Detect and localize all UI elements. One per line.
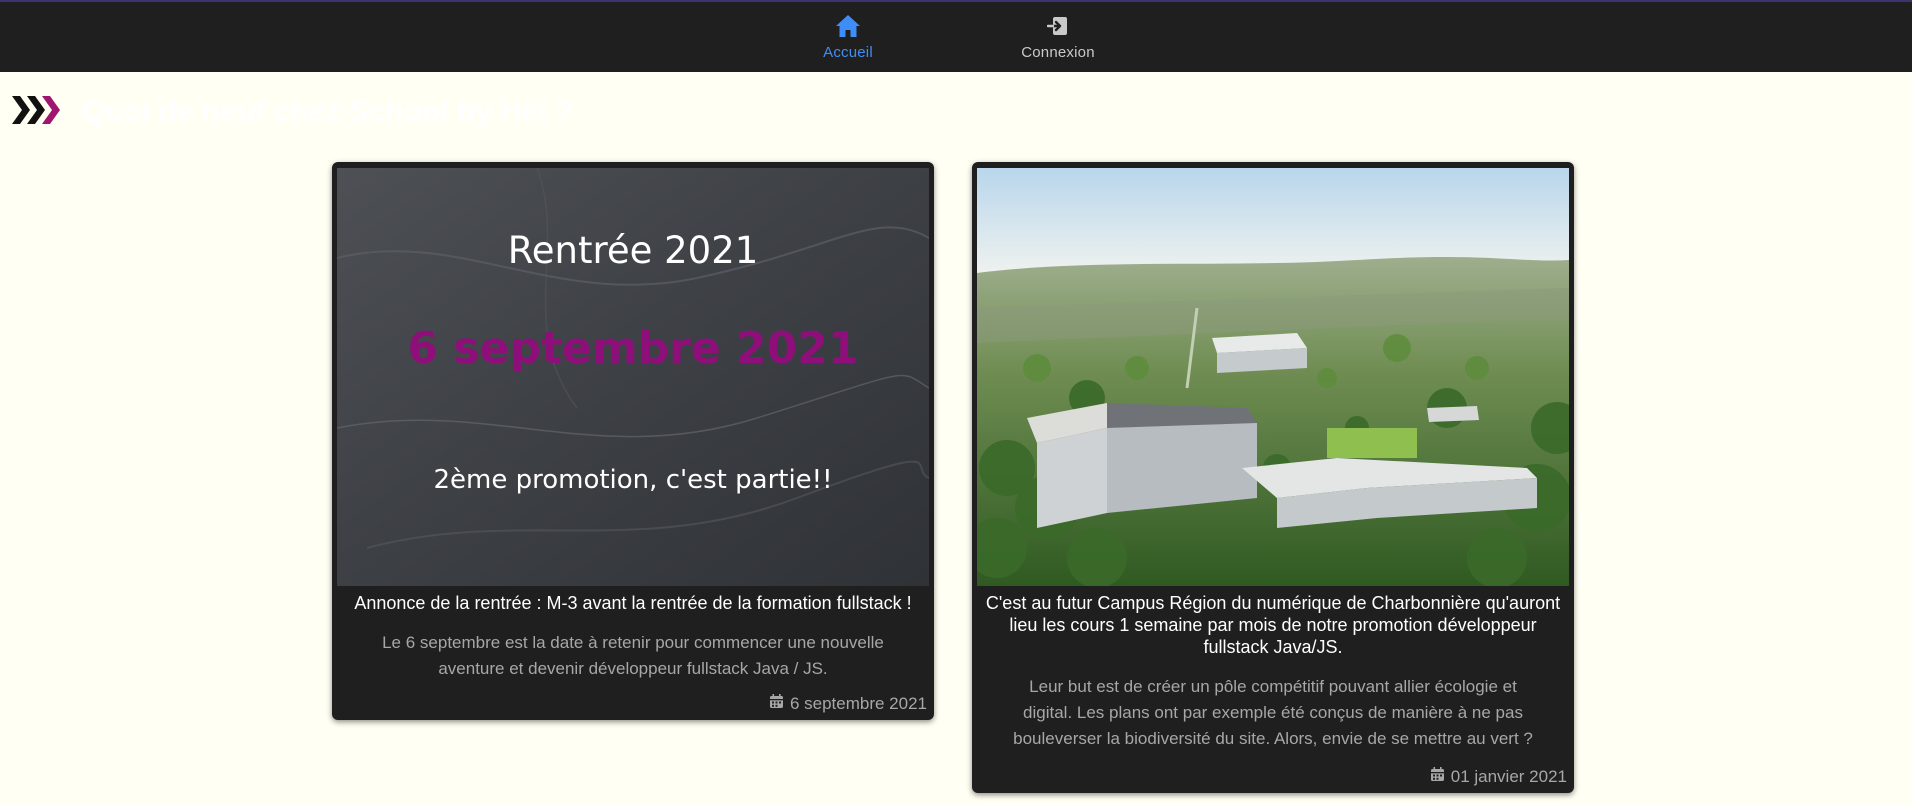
card-image-line3: 2ème promotion, c'est partie!!: [433, 465, 832, 495]
card-date: 01 janvier 2021: [1430, 767, 1567, 787]
card-date: 6 septembre 2021: [769, 694, 927, 714]
home-icon: [834, 12, 862, 40]
chevrons-icon: [12, 94, 64, 131]
login-icon: [1044, 12, 1072, 40]
page-heading: Quoi de neuf chez School by Hei ?: [12, 92, 574, 132]
calendar-icon: [1430, 767, 1445, 787]
card-image-announcement: Rentrée 2021 6 septembre 2021 2ème promo…: [337, 168, 929, 586]
card-date-text: 6 septembre 2021: [789, 694, 927, 713]
card-text: Leur but est de créer un pôle compétitif…: [1013, 677, 1533, 748]
top-nav-bar: Accueil Connexion: [0, 0, 1912, 72]
nav-home-label: Accueil: [823, 44, 873, 61]
card-title: C'est au futur Campus Région du numériqu…: [985, 593, 1561, 657]
calendar-icon: [769, 694, 784, 714]
card-text: Le 6 septembre est la date à retenir pou…: [382, 633, 884, 678]
card-title: Annonce de la rentrée : M-3 avant la ren…: [354, 593, 912, 613]
card-image-campus: [977, 168, 1569, 586]
nav-login[interactable]: Connexion: [988, 12, 1128, 64]
card-image-line1: Rentrée 2021: [508, 229, 759, 272]
nav-login-label: Connexion: [1021, 44, 1095, 61]
nav-home[interactable]: Accueil: [778, 12, 918, 64]
card-image-line2: 6 septembre 2021: [408, 323, 859, 374]
page-title: Quoi de neuf chez School by Hei ?: [82, 95, 574, 128]
card-date-text: 01 janvier 2021: [1450, 767, 1567, 786]
news-card[interactable]: Rentrée 2021 6 septembre 2021 2ème promo…: [332, 162, 934, 720]
news-card[interactable]: C'est au futur Campus Région du numériqu…: [972, 162, 1574, 793]
